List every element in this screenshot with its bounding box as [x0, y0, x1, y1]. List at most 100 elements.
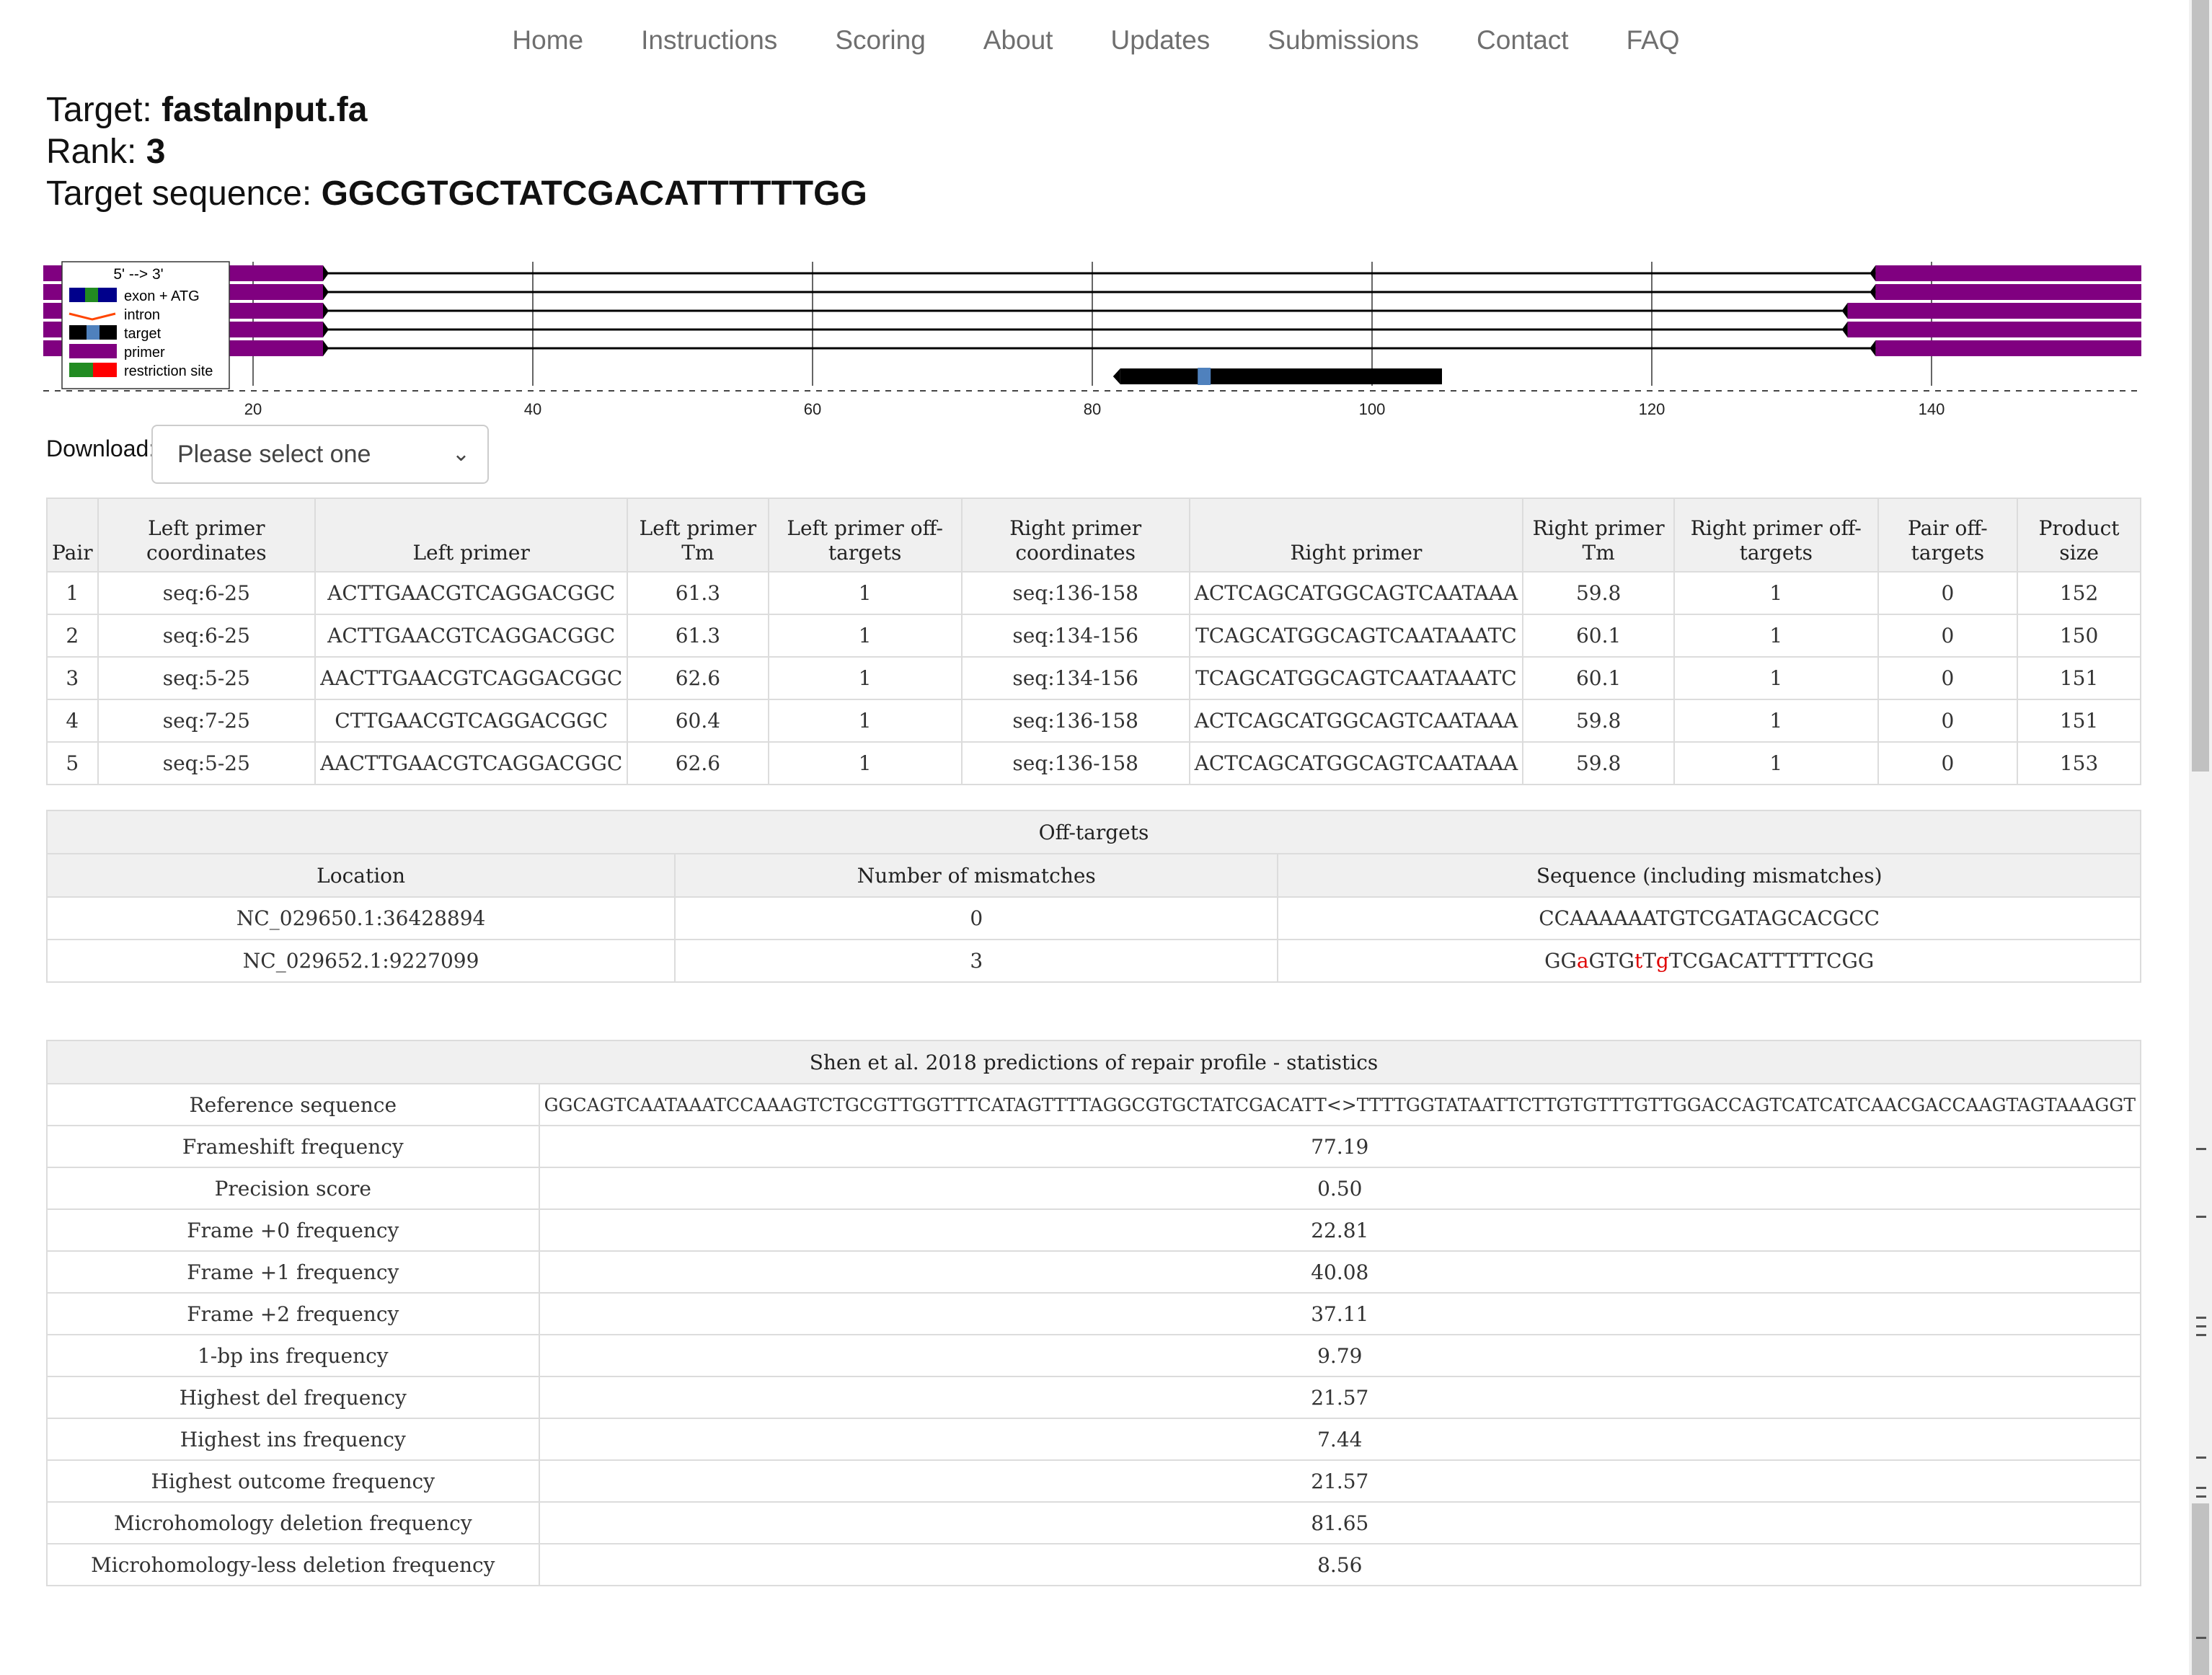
table-cell: 0 — [1877, 614, 2019, 658]
restriction-swatch-green — [69, 363, 93, 377]
table-cell: 1 — [767, 656, 963, 700]
nav-link-faq[interactable]: FAQ — [1627, 17, 1680, 63]
nav-link-instructions[interactable]: Instructions — [641, 17, 777, 63]
atg-swatch — [85, 288, 98, 302]
left-primer-arrow — [323, 322, 329, 337]
repair-stat-label: Frameshift frequency — [46, 1125, 540, 1168]
legend-item-label: exon + ATG — [124, 288, 200, 304]
scroll-marker — [2196, 1216, 2206, 1218]
repair-stat-label: Highest outcome frequency — [46, 1459, 540, 1503]
offtargets-title: Off-targets — [46, 810, 2141, 854]
table-cell: 2 — [46, 614, 99, 658]
top-nav: Home Instructions Scoring About Updates Submi… — [0, 17, 2192, 63]
table-cell: seq:136-158 — [960, 741, 1190, 785]
table-cell: 0 — [1877, 656, 2019, 700]
mismatch-base: t — [1634, 949, 1643, 973]
repair-stat-label: Microhomology-less deletion frequency — [46, 1543, 540, 1586]
nav-link-updates[interactable]: Updates — [1110, 17, 1210, 63]
scroll-marker — [2196, 1637, 2206, 1639]
table-row: Frameshift frequency 77.19 — [46, 1125, 2142, 1168]
table-cell: AACTTGAACGTCAGGACGGC — [314, 741, 629, 785]
offtarget-mismatches: 3 — [674, 939, 1279, 983]
table-cell: 61.3 — [627, 571, 769, 615]
primer-visualization: 20 40 60 80 100 120 140 5' --> 3' exon + ATG intr… — [43, 261, 2141, 418]
axis-tick-label: 20 — [244, 400, 262, 418]
right-primer-bar — [1847, 322, 2141, 337]
nav-link-about[interactable]: About — [983, 17, 1053, 63]
table-cell: CTTGAACGTCAGGACGGC — [314, 699, 629, 743]
table-row: 4 seq:7-25 CTTGAACGTCAGGACGGC 60.4 1 seq:136-… — [46, 699, 2141, 743]
right-primer-arrow — [1841, 303, 1848, 319]
scrollbar[interactable] — [2189, 0, 2212, 1675]
table-cell: 1 — [767, 699, 963, 743]
primer-table-header: Pair — [46, 498, 99, 573]
primer-table-header: Left primer coordinates — [97, 498, 317, 573]
table-cell: ACTTGAACGTCAGGACGGC — [314, 614, 629, 658]
table-cell: 1 — [767, 614, 963, 658]
table-cell: 0 — [1877, 571, 2019, 615]
download-select-value: Please select one — [177, 441, 371, 468]
target-line: Target: fastaInput.fa — [46, 89, 867, 131]
right-primer-bar — [1875, 265, 2141, 281]
table-cell: 1 — [46, 571, 99, 615]
table-cell: 152 — [2017, 571, 2141, 615]
target-sequence-value: GGCGTGCTATCGACATTTTTTGG — [321, 174, 867, 213]
primer-table-header: Pair off-targets — [1877, 498, 2019, 573]
scrollbar-thumb[interactable] — [2192, 0, 2209, 772]
table-row: Microhomology-less deletion frequency 8.5… — [46, 1543, 2142, 1586]
axis-tick-label: 120 — [1639, 400, 1665, 418]
table-cell: seq:5-25 — [97, 741, 317, 785]
table-cell: ACTCAGCATGGCAGTCAATAAA — [1188, 699, 1524, 743]
left-primer-arrow — [323, 265, 329, 281]
primer-table-header: Right primer — [1188, 498, 1524, 573]
repair-stat-label: Frame +0 frequency — [46, 1208, 540, 1252]
target-label: Target: — [46, 91, 162, 129]
nav-link-home[interactable]: Home — [512, 17, 583, 63]
chevron-down-icon: ⌄ — [451, 442, 470, 466]
rank-label: Rank: — [46, 133, 146, 171]
table-cell: seq:6-25 — [97, 614, 317, 658]
sequence-segment: T — [1642, 949, 1656, 973]
table-cell: 61.3 — [627, 614, 769, 658]
table-row: Highest outcome frequency 21.57 — [46, 1459, 2142, 1503]
repair-stat-value: 77.19 — [538, 1125, 2142, 1168]
sequence-segment: GG — [1544, 949, 1577, 973]
legend-item-label: intron — [124, 307, 160, 323]
scroll-marker — [2196, 1148, 2206, 1150]
repair-stat-label: Precision score — [46, 1167, 540, 1210]
right-primer-arrow — [1870, 265, 1876, 281]
target-pam-mark — [1198, 368, 1211, 385]
offtarget-sequence: GGaGTGtTgTCGACATTTTTCGG — [1277, 939, 2141, 983]
legend: 5' --> 3' exon + ATG intron target primer res… — [61, 261, 230, 389]
repair-profile-table: Shen et al. 2018 predictions of repair p… — [46, 1040, 2142, 1586]
repair-stat-value: 8.56 — [538, 1543, 2142, 1586]
repair-stat-value: 37.11 — [538, 1292, 2142, 1335]
repair-stat-label: Frame +1 frequency — [46, 1250, 540, 1294]
scrollbar-thumb-lower[interactable] — [2192, 1503, 2209, 1675]
primer-table-header: Product size — [2017, 498, 2141, 573]
table-cell: 5 — [46, 741, 99, 785]
table-cell: TCAGCATGGCAGTCAATAAATC — [1188, 614, 1524, 658]
table-cell: seq:136-158 — [960, 571, 1190, 615]
left-primer-arrow — [323, 303, 329, 319]
table-cell: seq:5-25 — [97, 656, 317, 700]
primer-table-header: Left primer Tm — [627, 498, 769, 573]
download-select[interactable]: Please select one ⌄ — [151, 425, 489, 484]
legend-title: 5' --> 3' — [113, 266, 163, 283]
table-cell: 59.8 — [1522, 571, 1675, 615]
primer-table-header: Left primer — [314, 498, 629, 573]
table-row: Precision score 0.50 — [46, 1167, 2142, 1210]
nav-link-contact[interactable]: Contact — [1477, 17, 1569, 63]
table-cell: 0 — [1877, 741, 2019, 785]
target-mark-swatch — [87, 325, 99, 340]
scroll-marker — [2196, 1495, 2206, 1498]
repair-stat-value: 22.81 — [538, 1208, 2142, 1252]
nav-link-submissions[interactable]: Submissions — [1268, 17, 1419, 63]
download-label: Download: — [46, 436, 156, 461]
nav-link-scoring[interactable]: Scoring — [835, 17, 925, 63]
table-cell: 1 — [767, 741, 963, 785]
table-row: 1-bp ins frequency 9.79 — [46, 1334, 2142, 1377]
sequence-segment: TCGACATTTTTCGG — [1668, 949, 1875, 973]
table-row: 2 seq:6-25 ACTTGAACGTCAGGACGGC 61.3 1 seq:134… — [46, 614, 2141, 658]
primer-table-header: Right primer coordinates — [960, 498, 1190, 573]
